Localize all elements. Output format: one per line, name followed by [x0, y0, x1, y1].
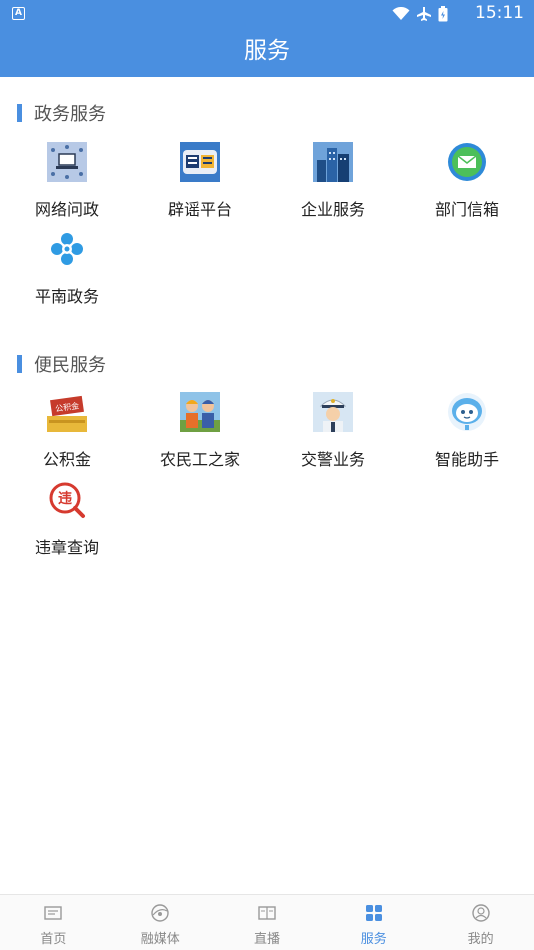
tab-label: 首页	[40, 932, 67, 947]
provident-fund-icon: 公积金	[47, 392, 87, 432]
battery-icon	[438, 6, 448, 22]
status-bar: A 15:11	[0, 0, 534, 28]
airplane-icon	[417, 7, 431, 21]
service-pingnan-government[interactable]: 平南政务	[0, 229, 134, 311]
service-label: 辟谣平台	[167, 200, 232, 219]
service-grid-icon	[365, 905, 382, 921]
violation-query-icon: 违	[47, 480, 87, 520]
tab-label: 我的	[467, 932, 494, 947]
tab-service[interactable]: 服务	[320, 895, 427, 950]
service-enterprise[interactable]: 企业服务	[266, 142, 400, 224]
tab-label: 服务	[360, 932, 387, 947]
section-title-government: 政务服务	[17, 102, 106, 125]
service-network-inquiry[interactable]: 网络问政	[0, 142, 134, 224]
service-label: 违章查询	[34, 538, 99, 557]
home-icon	[44, 906, 63, 920]
media-icon	[151, 904, 169, 922]
tab-label: 直播	[253, 932, 280, 947]
department-mailbox-icon	[447, 142, 487, 182]
service-label: 交警业务	[300, 450, 365, 469]
network-inquiry-icon	[47, 142, 87, 182]
service-smart-assistant[interactable]: 智能助手	[400, 392, 534, 474]
notification-icon: A	[12, 7, 25, 20]
section-title-convenience: 便民服务	[17, 353, 106, 376]
service-label: 公积金	[42, 450, 91, 469]
service-rumor-platform[interactable]: 辟谣平台	[133, 142, 267, 224]
service-label: 部门信箱	[434, 200, 499, 219]
service-label: 网络问政	[34, 200, 99, 219]
tab-home[interactable]: 首页	[0, 895, 107, 950]
service-migrant-workers[interactable]: 农民工之家	[133, 392, 267, 474]
service-label: 企业服务	[300, 200, 365, 219]
service-label: 平南政务	[34, 287, 99, 306]
enterprise-service-icon	[313, 142, 353, 182]
service-department-mailbox[interactable]: 部门信箱	[400, 142, 534, 224]
section-label: 便民服务	[34, 355, 106, 376]
service-provident-fund[interactable]: 公积金 公积金	[0, 392, 134, 474]
rumor-platform-icon	[180, 142, 220, 182]
smart-assistant-icon	[447, 392, 487, 432]
tab-profile[interactable]: 我的	[427, 895, 534, 950]
pingnan-government-icon	[47, 229, 87, 269]
live-icon	[258, 906, 276, 920]
bottom-tab-bar: 首页 融媒体 直播 服务 我的	[0, 894, 534, 950]
tab-media[interactable]: 融媒体	[107, 895, 214, 950]
app-header: A 15:11 服务	[0, 0, 534, 77]
status-time: 15:11	[475, 3, 524, 23]
wifi-icon	[392, 7, 410, 20]
svg-text:违: 违	[58, 490, 72, 507]
service-label: 农民工之家	[159, 450, 240, 469]
section-accent-bar	[17, 355, 22, 373]
traffic-police-icon	[313, 392, 353, 432]
section-accent-bar	[17, 104, 22, 122]
page-title: 服务	[244, 38, 290, 64]
profile-icon	[471, 904, 490, 922]
service-violation-query[interactable]: 违 违章查询	[0, 480, 134, 562]
migrant-workers-icon	[180, 392, 220, 432]
service-traffic-police[interactable]: 交警业务	[266, 392, 400, 474]
tab-label: 融媒体	[140, 932, 180, 947]
service-label: 智能助手	[434, 450, 499, 469]
tab-live[interactable]: 直播	[214, 895, 321, 950]
section-label: 政务服务	[34, 104, 106, 125]
